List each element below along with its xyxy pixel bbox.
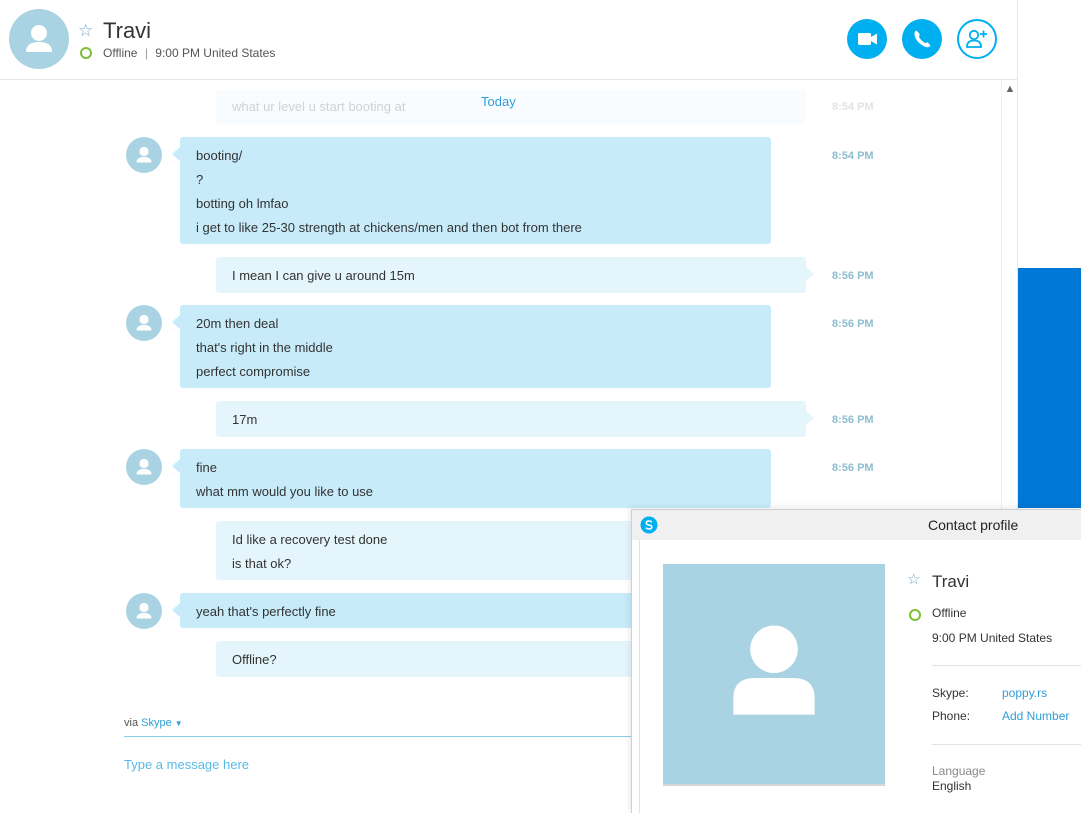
phone-label: Phone:: [932, 709, 971, 723]
date-divider: Today: [481, 94, 516, 109]
message-line: i get to like 25-30 strength at chickens…: [196, 220, 582, 235]
offline-status-icon: [909, 609, 921, 621]
message-bubble-outgoing[interactable]: 17m: [216, 401, 814, 437]
message-line: what mm would you like to use: [196, 484, 374, 499]
skype-name-link[interactable]: poppy.rs: [1002, 686, 1047, 700]
offline-status-icon: [80, 47, 92, 59]
message-line: 17m: [232, 412, 258, 427]
via-service-dropdown[interactable]: Skype ▼: [141, 717, 183, 729]
sender-avatar[interactable]: [126, 593, 162, 629]
person-icon: [136, 458, 152, 475]
message-line: ?: [196, 172, 204, 187]
scroll-up-arrow-icon[interactable]: ▲: [1003, 82, 1017, 96]
message-line: that's right in the middle: [196, 340, 333, 355]
conversation-header: ☆ Travi Offline | 9:00 PM United States: [0, 0, 1017, 80]
faded-message-time: 8:54 PM: [832, 101, 874, 113]
message-line: fine: [196, 460, 217, 475]
via-label: via: [124, 717, 139, 729]
status-separator: |: [144, 46, 148, 60]
skype-logo-icon: [640, 516, 658, 534]
message-time: 8:54 PM: [832, 150, 874, 162]
faded-message-text: what ur level u start booting at: [232, 99, 406, 114]
composer-divider: [124, 736, 634, 737]
message-line: booting/: [196, 148, 243, 163]
person-icon: [136, 314, 152, 331]
video-camera-icon: [858, 33, 877, 45]
side-panel-accent: [1018, 268, 1081, 508]
person-icon: [136, 146, 152, 163]
sender-avatar[interactable]: [126, 449, 162, 485]
message-time: 8:56 PM: [832, 318, 874, 330]
message-line: botting oh lmfao: [196, 196, 289, 211]
contact-profile-window: Contact profile ☆ Travi Offline 9:00 PM …: [631, 509, 1081, 813]
add-number-link[interactable]: Add Number: [1002, 709, 1069, 723]
contact-status: Offline: [103, 46, 138, 60]
person-icon: [733, 625, 815, 715]
language-label: Language: [932, 764, 986, 778]
sender-avatar[interactable]: [126, 137, 162, 173]
video-call-button[interactable]: [847, 19, 887, 59]
profile-window-title: Contact profile: [928, 517, 1019, 533]
message-bubble-incoming[interactable]: booting/ ? botting oh lmfao i get to lik…: [172, 137, 771, 244]
contact-local-time: 9:00 PM United States: [155, 46, 276, 60]
profile-name: Travi: [932, 572, 970, 591]
profile-photo: [663, 564, 885, 786]
message-bubble-incoming[interactable]: fine what mm would you like to use: [172, 449, 771, 508]
chat-scrollbar[interactable]: ▲: [1001, 80, 1017, 510]
via-service-label: Skype: [141, 717, 172, 729]
profile-status: Offline: [932, 606, 967, 620]
profile-local-time: 9:00 PM United States: [932, 631, 1053, 645]
via-selector: via Skype ▼: [124, 717, 183, 729]
profile-body: ☆ Travi Offline 9:00 PM United States Sk…: [639, 540, 1081, 813]
add-people-button[interactable]: [957, 19, 997, 59]
caret-down-icon: ▼: [174, 719, 183, 728]
message-line: 20m then deal: [196, 316, 279, 331]
sender-avatar[interactable]: [126, 305, 162, 341]
skype-label: Skype:: [932, 686, 969, 700]
add-person-icon: [966, 29, 987, 48]
profile-titlebar[interactable]: Contact profile: [632, 510, 1081, 540]
message-time: 8:56 PM: [832, 414, 874, 426]
message-line: I mean I can give u around 15m: [232, 268, 415, 283]
message-bubble-incoming[interactable]: 20m then deal that's right in the middle…: [172, 305, 771, 388]
phone-icon: [914, 30, 931, 48]
favorite-star-icon[interactable]: ☆: [78, 22, 93, 39]
contact-name[interactable]: Travi: [103, 18, 151, 44]
message-input[interactable]: [124, 754, 624, 774]
profile-divider: [932, 744, 1081, 745]
message-line: perfect compromise: [196, 364, 311, 379]
audio-call-button[interactable]: [902, 19, 942, 59]
contact-avatar[interactable]: [9, 9, 69, 69]
favorite-star-icon[interactable]: ☆: [907, 571, 920, 588]
message-bubble-outgoing[interactable]: I mean I can give u around 15m: [216, 257, 814, 293]
profile-divider: [932, 665, 1081, 666]
contact-status-line: Offline | 9:00 PM United States: [103, 46, 275, 60]
language-value: English: [932, 779, 972, 793]
message-time: 8:56 PM: [832, 270, 874, 282]
message-time: 8:56 PM: [832, 462, 874, 474]
skype-window: ☆ Travi Offline | 9:00 PM United States: [0, 0, 1081, 813]
person-icon: [136, 602, 152, 619]
person-icon: [26, 25, 52, 52]
